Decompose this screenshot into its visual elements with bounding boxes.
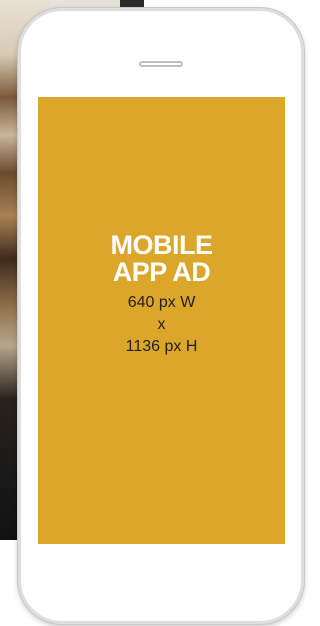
- phone-mockup: MOBILE APP AD 640 px W x 1136 px H: [18, 8, 304, 624]
- background-photo-top-dark: [120, 0, 144, 8]
- ad-screen[interactable]: MOBILE APP AD 640 px W x 1136 px H: [38, 97, 285, 544]
- phone-speaker-icon: [139, 61, 183, 67]
- ad-height-text: 1136 px H: [125, 337, 198, 355]
- ad-title-line-1: MOBILE: [110, 229, 214, 260]
- ad-dimensions: 640 px W x 1136 px H: [126, 292, 198, 358]
- ad-title-line-2: APP AD: [112, 256, 211, 287]
- ad-separator: x: [157, 315, 166, 333]
- ad-width-text: 640 px W: [127, 293, 196, 311]
- ad-title: MOBILE APP AD: [110, 229, 214, 287]
- scene: MOBILE APP AD 640 px W x 1136 px H: [0, 0, 311, 626]
